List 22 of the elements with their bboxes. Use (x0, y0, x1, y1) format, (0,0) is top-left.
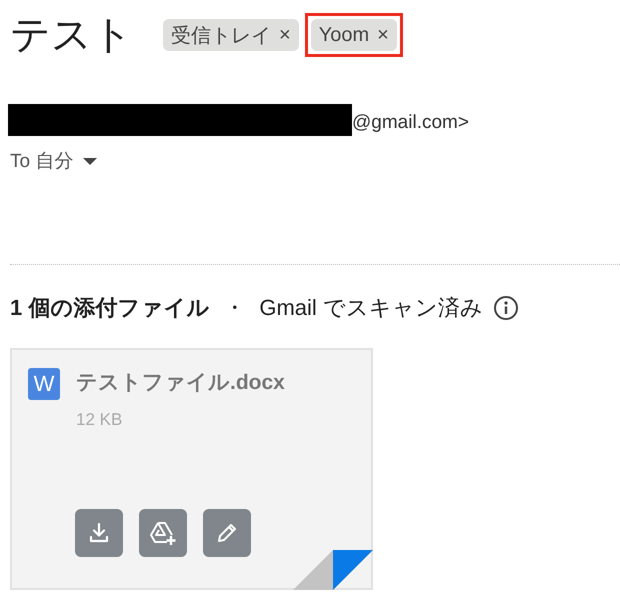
file-name: テストファイル.docx (76, 370, 285, 396)
download-button[interactable] (75, 509, 123, 557)
email-subject: テスト (10, 12, 133, 59)
word-file-icon: W (28, 368, 60, 400)
attachment-card[interactable]: W テストファイル.docx 12 KB (10, 348, 373, 590)
file-size: 12 KB (76, 410, 124, 430)
drive-add-icon (149, 519, 177, 547)
pencil-icon (215, 521, 239, 545)
remove-label-button[interactable]: × (279, 24, 291, 46)
edit-button[interactable] (203, 509, 251, 557)
recipient-text: To 自分 (10, 150, 74, 174)
download-icon (87, 521, 111, 545)
dropdown-caret-icon[interactable] (83, 158, 98, 164)
sender-address: @gmail.com> (352, 111, 469, 135)
remove-label-button[interactable]: × (377, 24, 389, 46)
label-text: 受信トレイ (171, 24, 271, 48)
attachment-count: 1 個の添付ファイル (10, 294, 210, 322)
add-to-drive-button[interactable] (139, 509, 187, 557)
label-text: Yoom (318, 24, 370, 46)
scan-status: Gmail でスキャン済み (259, 294, 483, 322)
info-icon[interactable] (492, 295, 519, 321)
separator-dot: ・ (223, 294, 246, 322)
